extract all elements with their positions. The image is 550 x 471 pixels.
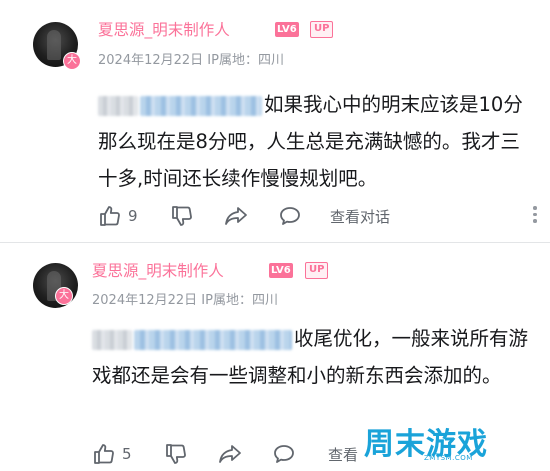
up-badge: UP bbox=[310, 21, 334, 38]
dislike-button[interactable] bbox=[164, 441, 188, 467]
thumb-up-icon bbox=[98, 204, 122, 228]
comment-icon bbox=[272, 442, 296, 466]
like-button[interactable]: 9 bbox=[98, 203, 138, 229]
comment-meta: 2024年12月22日 IP属地：四川 bbox=[92, 293, 278, 308]
blurred-mention[interactable] bbox=[140, 95, 262, 116]
thumb-down-icon bbox=[164, 442, 188, 466]
site-watermark: 周末游戏 ZMYSM.COM bbox=[364, 419, 536, 465]
watermark-url: ZMYSM.COM bbox=[424, 454, 473, 462]
like-count: 5 bbox=[122, 445, 132, 463]
thumb-up-icon bbox=[92, 442, 116, 466]
comment-meta: 2024年12月22日 IP属地：四川 bbox=[98, 53, 284, 68]
share-button[interactable] bbox=[223, 203, 249, 229]
thumb-down-icon bbox=[170, 204, 194, 228]
divider bbox=[0, 242, 550, 243]
reply-button[interactable] bbox=[272, 441, 296, 467]
up-badge: UP bbox=[305, 262, 329, 279]
comment-card: 大 夏思源_明末制作人 LV6 UP 2024年12月22日 IP属地：四川 如… bbox=[0, 0, 550, 240]
username[interactable]: 夏思源_明末制作人 bbox=[98, 18, 230, 40]
blurred-reply-prefix bbox=[92, 329, 132, 350]
blurred-mention[interactable] bbox=[134, 329, 292, 350]
comment-icon bbox=[278, 204, 302, 228]
comment-body: 收尾优化，一般来说所有游戏都还是会有一些调整和小的新东西会添加的。 bbox=[92, 320, 532, 394]
share-button[interactable] bbox=[217, 441, 243, 467]
reply-button[interactable] bbox=[278, 203, 302, 229]
like-button[interactable]: 5 bbox=[92, 441, 132, 467]
avatar-badge: 大 bbox=[63, 52, 81, 70]
share-icon bbox=[217, 442, 243, 466]
like-count: 9 bbox=[128, 207, 138, 225]
level-badge: LV6 bbox=[269, 263, 293, 278]
avatar-badge: 大 bbox=[55, 287, 73, 305]
dislike-button[interactable] bbox=[170, 203, 194, 229]
view-conversation-link[interactable]: 查看 bbox=[328, 441, 358, 467]
username[interactable]: 夏思源_明末制作人 bbox=[92, 259, 224, 281]
share-icon bbox=[223, 204, 249, 228]
level-badge: LV6 bbox=[275, 22, 299, 37]
comment-actions: 9 查看对话 bbox=[98, 203, 538, 229]
view-conversation-link[interactable]: 查看对话 bbox=[330, 203, 390, 229]
more-vertical-icon[interactable] bbox=[532, 206, 538, 226]
blurred-reply-prefix bbox=[98, 95, 138, 116]
comment-body: 如果我心中的明末应该是10分那么现在是8分吧，人生总是充满缺憾的。我才三十多,时… bbox=[98, 86, 528, 197]
